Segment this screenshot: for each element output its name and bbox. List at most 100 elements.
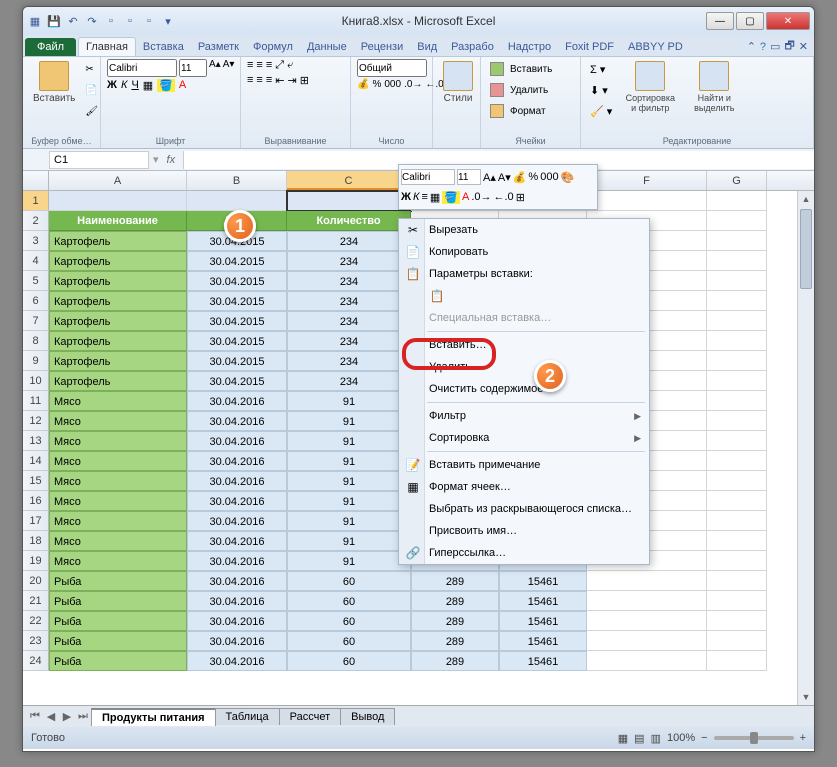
cell[interactable]: 289 xyxy=(411,591,499,611)
center-align-icon[interactable]: ≡ xyxy=(256,74,262,87)
percent-icon[interactable]: % xyxy=(528,171,538,183)
indent-decrease-icon[interactable]: ⇤ xyxy=(275,74,284,87)
styles-button[interactable]: Стили xyxy=(439,59,477,106)
tab-foxit[interactable]: Foxit PDF xyxy=(558,38,621,56)
undo-icon[interactable]: ↶ xyxy=(65,13,81,29)
cell[interactable]: 91 xyxy=(287,491,411,511)
minimize-button[interactable]: — xyxy=(706,12,734,30)
shrink-font-icon[interactable]: A▾ xyxy=(498,171,511,184)
vertical-scrollbar[interactable]: ▲ ▼ xyxy=(797,191,814,705)
view-normal-icon[interactable]: ▦ xyxy=(618,732,628,745)
cell[interactable]: 91 xyxy=(287,411,411,431)
cell[interactable] xyxy=(707,491,767,511)
italic-button[interactable]: К xyxy=(413,191,419,203)
find-select-button[interactable]: Найти и выделить xyxy=(685,59,743,115)
fill-color-icon[interactable]: 🪣 xyxy=(442,191,460,204)
ctx-copy[interactable]: 📄Копировать xyxy=(399,241,649,263)
row-header[interactable]: 5 xyxy=(23,271,49,291)
cell[interactable] xyxy=(587,651,707,671)
cell[interactable]: 30.04.2016 xyxy=(187,391,287,411)
cell[interactable]: 234 xyxy=(287,351,411,371)
view-break-icon[interactable]: ▥ xyxy=(651,732,661,745)
qat-icon[interactable]: ▫ xyxy=(103,13,119,29)
row-header[interactable]: 2 xyxy=(23,211,49,231)
row-header[interactable]: 23 xyxy=(23,631,49,651)
cut-icon[interactable]: ✂ xyxy=(82,59,101,79)
save-icon[interactable]: 💾 xyxy=(46,13,62,29)
cell[interactable]: Рыба xyxy=(49,611,187,631)
grow-font-icon[interactable]: A▴ xyxy=(483,171,496,184)
format-painter-icon[interactable]: 🖌 xyxy=(82,101,101,121)
cell[interactable]: 30.04.2016 xyxy=(187,431,287,451)
cell[interactable] xyxy=(707,371,767,391)
ctx-cut[interactable]: ✂Вырезать xyxy=(399,219,649,241)
cell[interactable] xyxy=(707,451,767,471)
cell[interactable] xyxy=(707,251,767,271)
cell[interactable]: 30.04.2016 xyxy=(187,631,287,651)
cell[interactable]: 234 xyxy=(287,291,411,311)
ctx-define-name[interactable]: Присвоить имя… xyxy=(399,520,649,542)
row-header[interactable]: 12 xyxy=(23,411,49,431)
redo-icon[interactable]: ↷ xyxy=(84,13,100,29)
cell[interactable]: 234 xyxy=(287,231,411,251)
row-header[interactable]: 14 xyxy=(23,451,49,471)
cell[interactable]: 30.04.2016 xyxy=(187,651,287,671)
mini-font-size[interactable] xyxy=(457,169,481,185)
font-name[interactable] xyxy=(107,59,177,77)
delete-cells-button[interactable]: Удалить xyxy=(487,80,558,100)
cell[interactable]: 30.04.2016 xyxy=(187,571,287,591)
zoom-slider[interactable] xyxy=(714,736,794,740)
cell[interactable] xyxy=(587,191,707,211)
qat-icon[interactable]: ▫ xyxy=(122,13,138,29)
cell[interactable]: 30.04.2016 xyxy=(187,591,287,611)
cell[interactable]: 30.04.2016 xyxy=(187,451,287,471)
wrap-text-icon[interactable]: ⤶ xyxy=(287,59,293,72)
tab-abbyy[interactable]: ABBYY PD xyxy=(621,38,690,56)
cell[interactable]: Рыба xyxy=(49,571,187,591)
window-option-icon[interactable]: ▭ xyxy=(770,40,780,53)
cell[interactable]: Мясо xyxy=(49,511,187,531)
cell[interactable]: 30.04.2015 xyxy=(187,371,287,391)
cell[interactable]: 15461 xyxy=(499,571,587,591)
mini-font-name[interactable] xyxy=(401,169,455,185)
col-header[interactable]: C xyxy=(287,171,411,190)
qat-icon[interactable]: ▫ xyxy=(141,13,157,29)
font-color-icon[interactable]: A xyxy=(462,191,469,203)
col-header[interactable]: G xyxy=(707,171,767,190)
align-icon[interactable]: ≡ xyxy=(421,191,427,203)
row-header[interactable]: 21 xyxy=(23,591,49,611)
shrink-font-icon[interactable]: A▾ xyxy=(223,59,235,77)
comma-icon[interactable]: 000 xyxy=(540,171,558,183)
cell[interactable]: 234 xyxy=(287,371,411,391)
cell[interactable]: 91 xyxy=(287,431,411,451)
cell[interactable] xyxy=(49,191,187,211)
border-icon[interactable]: ▦ xyxy=(143,79,153,92)
cell[interactable]: 91 xyxy=(287,511,411,531)
cell[interactable] xyxy=(707,611,767,631)
italic-button[interactable]: К xyxy=(121,79,127,92)
row-header[interactable]: 8 xyxy=(23,331,49,351)
sheet-tab[interactable]: Вывод xyxy=(340,708,395,725)
sheet-nav-last-icon[interactable]: ⏭ xyxy=(75,710,91,723)
cell[interactable] xyxy=(707,351,767,371)
paste-values-icon[interactable]: 📋 xyxy=(429,288,445,304)
bold-button[interactable]: Ж xyxy=(401,191,411,203)
cell[interactable] xyxy=(587,611,707,631)
merge-icon[interactable]: ⊞ xyxy=(300,74,309,87)
cell[interactable]: Картофель xyxy=(49,371,187,391)
cell[interactable]: 15461 xyxy=(499,651,587,671)
increase-decimal-icon[interactable]: .0→ xyxy=(404,79,422,90)
left-align-icon[interactable]: ≡ xyxy=(247,74,253,87)
cell[interactable]: Картофель xyxy=(49,251,187,271)
merge-icon[interactable]: ⊞ xyxy=(516,191,525,204)
file-tab[interactable]: Файл xyxy=(25,38,76,56)
table-header[interactable]: Наименование xyxy=(49,211,187,231)
indent-increase-icon[interactable]: ⇥ xyxy=(287,74,296,87)
cell[interactable]: 289 xyxy=(411,651,499,671)
cell[interactable]: Мясо xyxy=(49,491,187,511)
row-header[interactable]: 20 xyxy=(23,571,49,591)
col-header[interactable]: F xyxy=(587,171,707,190)
cell[interactable]: Картофель xyxy=(49,231,187,251)
cell[interactable]: 30.04.2015 xyxy=(187,351,287,371)
cell[interactable] xyxy=(707,631,767,651)
